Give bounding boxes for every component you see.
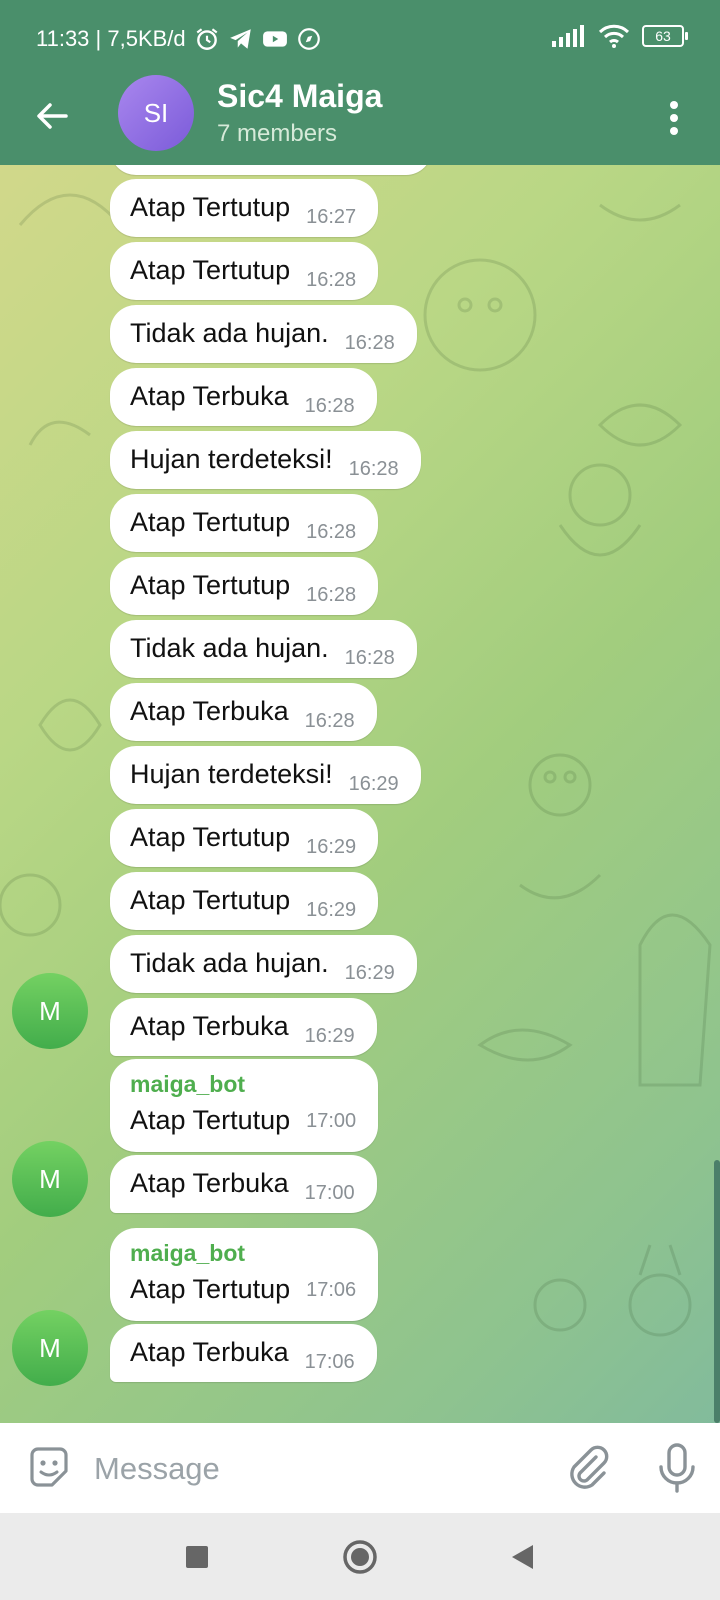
- sender-avatar[interactable]: M: [12, 1141, 88, 1217]
- message-time: 16:29: [348, 773, 399, 795]
- message-bubble[interactable]: Atap Tertutup 16:28: [110, 557, 379, 615]
- message-bubble[interactable]: Atap Tertutup 16:28: [110, 242, 379, 300]
- sender-name[interactable]: maiga_bot: [130, 1069, 245, 1099]
- message-time: 17:06: [304, 1351, 355, 1373]
- message-time: 16:28: [344, 332, 395, 354]
- message-bubble[interactable]: Hujan terdeteksi! 16:28: [110, 431, 421, 489]
- microphone-icon[interactable]: [654, 1443, 700, 1493]
- square-icon: [186, 1546, 208, 1568]
- message-text: Hujan terdeteksi!: [130, 444, 333, 474]
- message-time: 16:28: [306, 521, 357, 543]
- message-text: Atap Terbuka: [130, 696, 289, 726]
- message-time: 16:28: [304, 710, 355, 732]
- message-time: 16:28: [344, 647, 395, 669]
- message-bubble[interactable]: Atap Tertutup 16:29: [110, 872, 379, 930]
- message-bubble[interactable]: Tidak ada hujan. 16:29: [110, 935, 417, 993]
- message-text: Atap Tertutup: [130, 570, 291, 600]
- sender-name[interactable]: maiga_bot: [130, 1238, 245, 1268]
- message-bubble[interactable]: Tidak ada hujan. 16:28: [110, 620, 417, 678]
- message-text: Atap Terbuka: [130, 381, 289, 411]
- message-bubble[interactable]: Atap Terbuka 16:29: [110, 998, 377, 1056]
- message-time: 16:27: [306, 206, 357, 228]
- message-time: 16:28: [306, 269, 357, 291]
- message-bubble[interactable]: Atap Terbuka 17:06: [110, 1324, 377, 1382]
- message-text: Atap Tertutup: [130, 822, 291, 852]
- message-list[interactable]: Atap Tertutup 16:27 Atap Tertutup 16:28 …: [0, 165, 720, 1423]
- message-text: Atap Terbuka: [130, 1168, 289, 1198]
- message-bubble[interactable]: maiga_bot Atap Tertutup 17:06: [110, 1228, 379, 1321]
- message-time: 17:00: [304, 1182, 355, 1204]
- status-time-speed: 11:33 | 7,5KB/d: [36, 26, 186, 51]
- message-bubble[interactable]: Atap Tertutup 16:27: [110, 179, 379, 237]
- paperclip-icon[interactable]: [566, 1445, 612, 1491]
- youtube-icon: [262, 31, 287, 47]
- message-text: Tidak ada hujan.: [130, 318, 329, 348]
- signal-icon: [552, 25, 584, 47]
- message-text: Atap Tertutup: [130, 1105, 291, 1135]
- message-text: Tidak ada hujan.: [130, 633, 329, 663]
- message-bubble[interactable]: Atap Tertutup 16:29: [110, 809, 379, 867]
- message-text: Atap Tertutup: [130, 885, 291, 915]
- message-composer: [0, 1423, 720, 1513]
- arrow-left-icon: [37, 103, 68, 129]
- telegram-icon: [229, 29, 251, 49]
- message-text: Atap Tertutup: [130, 507, 291, 537]
- back-nav-button[interactable]: [500, 1535, 544, 1579]
- message-time: 16:29: [306, 899, 357, 921]
- chat-title[interactable]: Sic4 Maiga: [217, 78, 382, 115]
- message-bubble-partial[interactable]: [110, 165, 432, 175]
- message-time: 17:06: [306, 1279, 357, 1301]
- alarm-icon: [196, 28, 218, 50]
- more-options-button[interactable]: [654, 90, 694, 146]
- more-vertical-icon: [670, 101, 678, 135]
- scrollbar-thumb[interactable]: [714, 1160, 720, 1423]
- message-input[interactable]: [92, 1443, 536, 1495]
- sender-avatar[interactable]: M: [12, 1310, 88, 1386]
- message-text: Atap Tertutup: [130, 192, 291, 222]
- message-time: 16:28: [348, 458, 399, 480]
- system-navigation-bar: [0, 1513, 720, 1600]
- message-bubble[interactable]: Hujan terdeteksi! 16:29: [110, 746, 421, 804]
- recents-button[interactable]: [175, 1535, 219, 1579]
- battery-icon: 63: [642, 25, 688, 47]
- sticker-emoji-icon[interactable]: [26, 1445, 72, 1491]
- message-time: 16:29: [344, 962, 395, 984]
- avatar-initial: M: [39, 1163, 61, 1194]
- message-bubble[interactable]: Atap Terbuka 16:28: [110, 368, 377, 426]
- compass-icon: [297, 28, 320, 50]
- message-time: 16:28: [306, 584, 357, 606]
- message-time: 17:00: [306, 1110, 357, 1132]
- avatar-initial: M: [39, 995, 61, 1026]
- message-bubble[interactable]: Atap Tertutup 16:28: [110, 494, 379, 552]
- message-text: Atap Terbuka: [130, 1011, 289, 1041]
- chat-header: 11:33 | 7,5KB/d 63 SI Sic4 Maiga 7 membe…: [0, 0, 720, 165]
- members-count: 7 members: [217, 120, 338, 147]
- message-text: Hujan terdeteksi!: [130, 759, 333, 789]
- message-text: Atap Tertutup: [130, 1274, 291, 1304]
- message-bubble[interactable]: Atap Terbuka 17:00: [110, 1155, 377, 1213]
- back-button[interactable]: [24, 88, 80, 144]
- status-bar: 11:33 | 7,5KB/d 63: [0, 0, 720, 80]
- wifi-icon: [598, 24, 630, 48]
- message-time: 16:28: [304, 395, 355, 417]
- app-bar: SI Sic4 Maiga 7 members: [0, 70, 720, 165]
- message-bubble[interactable]: maiga_bot Atap Tertutup 17:00: [110, 1059, 379, 1152]
- triangle-back-icon: [512, 1545, 533, 1569]
- avatar-initial: M: [39, 1332, 61, 1363]
- message-bubble[interactable]: Tidak ada hujan. 16:28: [110, 305, 417, 363]
- group-avatar-initials: SI: [143, 97, 169, 128]
- battery-level: 63: [655, 28, 671, 44]
- home-button[interactable]: [338, 1535, 382, 1579]
- circle-icon: [343, 1540, 377, 1574]
- message-text: Atap Tertutup: [130, 255, 291, 285]
- message-text: Tidak ada hujan.: [130, 948, 329, 978]
- message-text: Atap Terbuka: [130, 1337, 289, 1367]
- group-avatar[interactable]: SI: [118, 75, 194, 151]
- sender-avatar[interactable]: M: [12, 973, 88, 1049]
- message-time: 16:29: [306, 836, 357, 858]
- message-bubble[interactable]: Atap Terbuka 16:28: [110, 683, 377, 741]
- message-time: 16:29: [304, 1025, 355, 1047]
